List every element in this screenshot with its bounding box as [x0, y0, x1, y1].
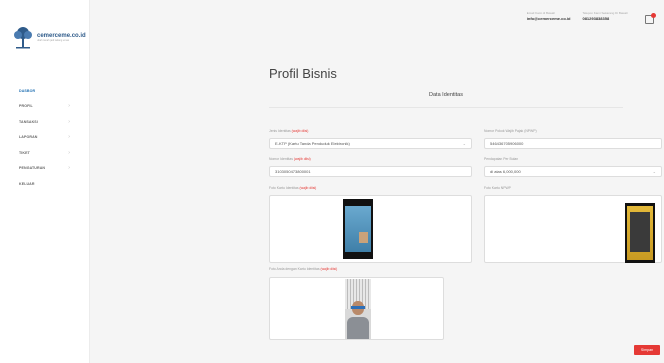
sidebar-item-tiket[interactable]: TIKET › — [0, 145, 90, 161]
foto-selfie-label: Foto Anda dengan Kartu Identitas (wajib … — [269, 267, 338, 271]
chevron-right-icon: › — [68, 118, 70, 125]
sidebar-item-label: TIKET — [19, 150, 30, 155]
chevron-down-icon: ⌄ — [462, 141, 466, 146]
foto-identitas-upload[interactable] — [269, 195, 472, 263]
pendapatan-select[interactable]: di atas 6,000,000 ⌄ — [484, 166, 662, 177]
sidebar-item-keluar[interactable]: KELUAR — [0, 176, 90, 192]
phone-label: Telepon Kami Sekarang Di Bawah — [582, 11, 628, 15]
pendapatan-label: Pendapatan Per Bulan — [484, 157, 519, 161]
jenis-identitas-select[interactable]: E-KTP (Kartu Tanda Penduduk Elektronik) … — [269, 138, 472, 149]
header-email: Email Kami di Bawah info@cemerceme.co.id — [527, 11, 571, 21]
sidebar-item-laporan[interactable]: LAPORAN › — [0, 130, 90, 146]
section-divider — [269, 107, 623, 108]
foto-identitas-label: Foto Kartu Identitas (wajib diisi) — [269, 186, 317, 190]
section-title: Data Identitas — [429, 92, 463, 98]
sidebar-item-label: PROFIL — [19, 104, 33, 109]
chevron-right-icon: › — [68, 103, 70, 110]
sidebar-item-label: PENGATURAN — [19, 166, 46, 171]
npwp-value: 546436705906000 — [490, 141, 524, 146]
main-content: Email Kami di Bawah info@cemerceme.co.id… — [91, 0, 664, 363]
header-contact: Email Kami di Bawah info@cemerceme.co.id… — [527, 11, 628, 21]
notification-button[interactable] — [645, 13, 657, 26]
jenis-identitas-label: Jenis Identitas (wajib diisi) — [269, 129, 309, 133]
chevron-down-icon: ⌄ — [652, 169, 656, 174]
sidebar-item-label: TANSAKSI — [19, 119, 38, 124]
pendapatan-value: di atas 6,000,000 — [490, 169, 521, 174]
header-phone: Telepon Kami Sekarang Di Bawah 081293838… — [582, 11, 628, 21]
sidebar-nav: DASBOR PROFIL › TANSAKSI › LAPORAN › TIK… — [0, 83, 90, 192]
chevron-right-icon: › — [68, 165, 70, 172]
sidebar-item-label: DASBOR — [19, 88, 36, 93]
save-button[interactable]: Simpan — [634, 345, 660, 355]
foto-selfie-upload[interactable] — [269, 277, 444, 340]
phone-value[interactable]: 081293838358 — [582, 16, 628, 21]
sidebar-item-profil[interactable]: PROFIL › — [0, 99, 90, 115]
nomor-identitas-input[interactable]: 3103050473800001 — [269, 166, 472, 177]
ktp-card-image — [343, 199, 373, 259]
npwp-card-image — [625, 203, 655, 263]
email-label: Email Kami di Bawah — [526, 11, 556, 15]
foto-npwp-upload[interactable] — [484, 195, 662, 263]
email-value[interactable]: info@cemerceme.co.id — [527, 16, 571, 21]
nomor-identitas-label: Nomor Identitas (wajib diisi) — [269, 157, 311, 161]
nomor-identitas-value: 3103050473800001 — [275, 169, 311, 174]
page-title: Profil Bisnis — [269, 66, 337, 81]
foto-npwp-label: Foto Kartu NPWP — [484, 186, 511, 190]
brand-logo[interactable]: cemerceme.co.id ubah tanah jadi ladang e… — [12, 26, 86, 50]
notification-dot — [651, 13, 656, 18]
npwp-input[interactable]: 546436705906000 — [484, 138, 662, 149]
sidebar-item-pengaturan[interactable]: PENGATURAN › — [0, 161, 90, 177]
selfie-image — [345, 279, 371, 339]
jenis-identitas-value: E-KTP (Kartu Tanda Penduduk Elektronik) — [275, 141, 350, 146]
chevron-right-icon: › — [68, 149, 70, 156]
npwp-label: Nomor Pokok Wajib Pajak (NPWP) — [484, 129, 537, 133]
tree-logo-icon — [14, 27, 32, 49]
sidebar-item-transaksi[interactable]: TANSAKSI › — [0, 114, 90, 130]
sidebar-item-label: KELUAR — [19, 181, 35, 186]
brand-tagline: ubah tanah jadi ladang emas — [37, 39, 70, 43]
sidebar-item-label: LAPORAN — [19, 135, 38, 140]
sidebar-item-dasbor[interactable]: DASBOR — [0, 83, 90, 99]
sidebar: cemerceme.co.id ubah tanah jadi ladang e… — [0, 0, 90, 363]
chevron-right-icon: › — [68, 134, 70, 141]
